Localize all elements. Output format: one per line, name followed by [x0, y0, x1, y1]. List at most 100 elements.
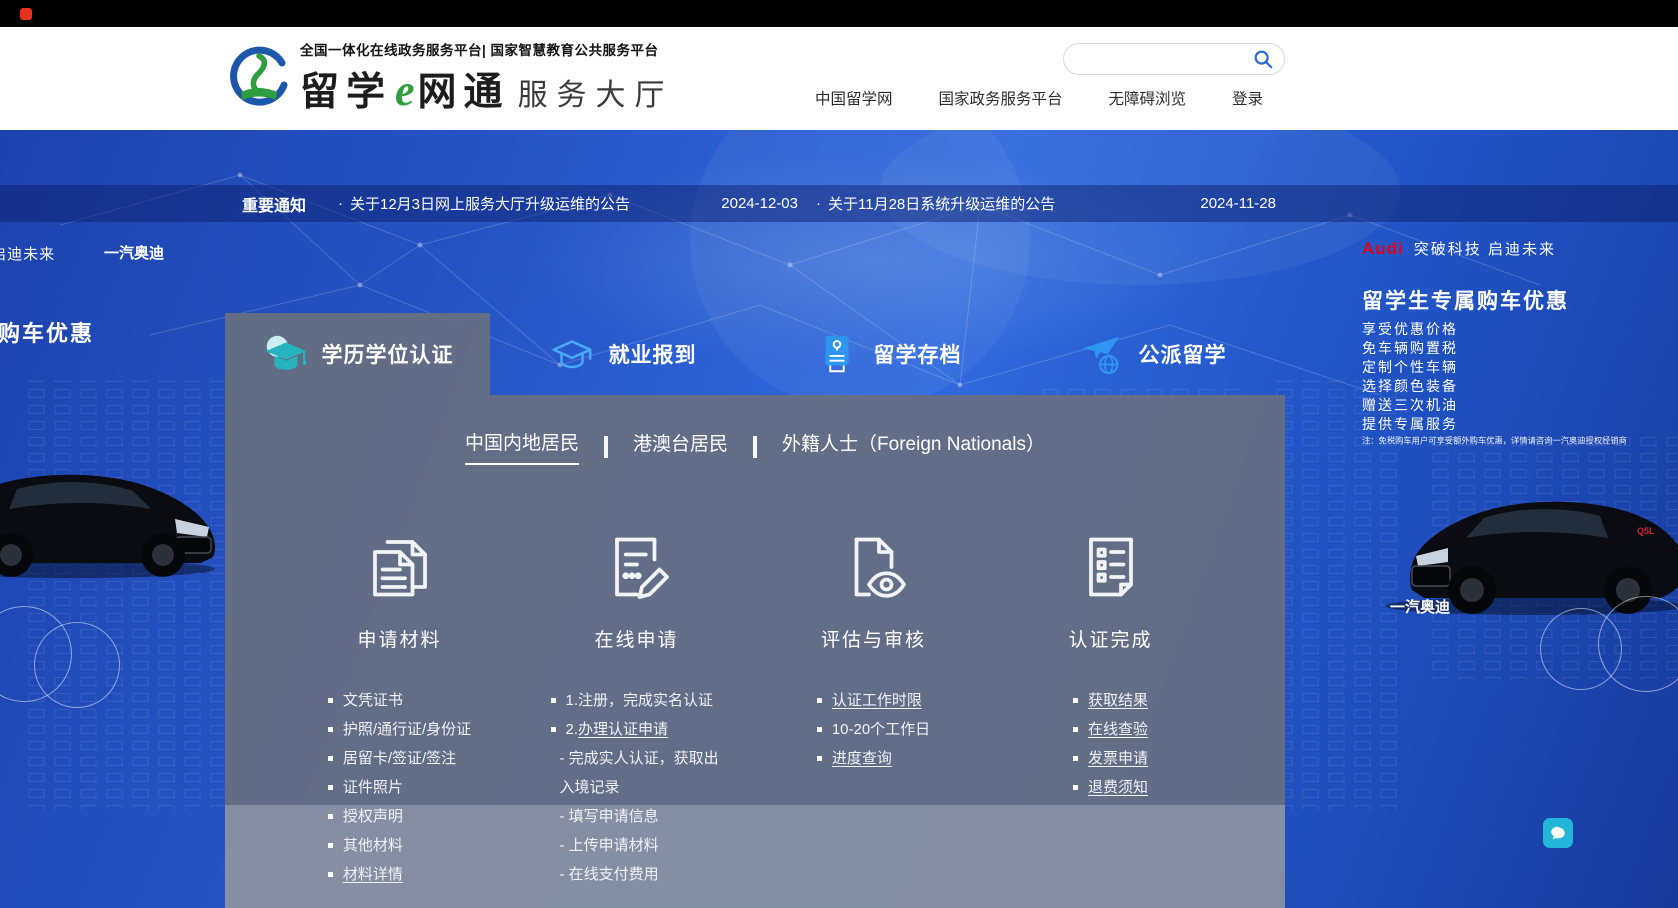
notice-item[interactable]: ·关于11月28日系统升级运维的公告2024-11-28	[816, 193, 1294, 214]
process-item[interactable]: 材料详情	[328, 860, 471, 889]
search-box	[1063, 43, 1285, 75]
process-item: 居留卡/签证/签注	[328, 744, 471, 773]
process-step-title: 申请材料	[357, 625, 441, 652]
car-model-badge: Q5L	[1637, 526, 1655, 536]
process-step-title: 评估与审核	[821, 625, 926, 652]
audi-logo-text: Audi	[1362, 239, 1404, 259]
browser-topbar	[0, 0, 1678, 27]
notice-item[interactable]: ·关于12月3日网上服务大厅升级运维的公告2024-12-03	[338, 193, 816, 214]
resident-subtab[interactable]: 中国内地居民	[465, 428, 579, 465]
process-step-title: 认证完成	[1068, 625, 1152, 652]
process-item: 1.注册，完成实名认证	[551, 686, 723, 715]
service-tab[interactable]: 就业报到	[490, 313, 755, 395]
notice-title: 关于11月28日系统升级运维的公告	[828, 193, 1055, 214]
ad-benefit-item: 定制个性车辆	[1362, 358, 1458, 377]
notice-bar: 重要通知 ·关于12月3日网上服务大厅升级运维的公告2024-12-03·关于1…	[0, 185, 1678, 222]
square-bullet-icon	[817, 698, 822, 703]
notice-date: 2024-12-03	[721, 195, 816, 212]
tab-label: 留学存档	[874, 339, 962, 369]
process-item[interactable]: 认证工作时限	[817, 686, 930, 715]
ad-slogan-row: Audi 突破科技 启迪未来	[1362, 238, 1556, 259]
process-item[interactable]: 在线查验	[1073, 715, 1148, 744]
online-form-icon	[597, 527, 677, 607]
square-bullet-icon	[817, 727, 822, 732]
process-item: 10-20个工作日	[817, 715, 930, 744]
nav-gov-platform-link[interactable]: 国家政务服务平台	[938, 87, 1062, 109]
process-column: 在线申请1.注册，完成实名认证2.办理认证申请- 完成实人认证，获取出入境记录-…	[518, 527, 755, 889]
tab-label: 就业报到	[609, 339, 697, 369]
audi-ad-left[interactable]: 突破科技 启迪未来 一汽奥迪 留学生专属购车优惠	[0, 130, 245, 908]
service-tab[interactable]: 学历学位认证	[225, 313, 490, 395]
process-item: - 完成实人认证，获取出入境记录	[551, 744, 723, 802]
notice-label: 重要通知	[242, 192, 338, 216]
resident-subtab[interactable]: 港澳台居民	[633, 429, 728, 464]
square-bullet-icon	[328, 727, 333, 732]
ad-slogan: 突破科技 启迪未来	[1414, 238, 1556, 259]
square-bullet-icon	[817, 756, 822, 761]
process-item-list: 1.注册，完成实名认证2.办理认证申请- 完成实人认证，获取出入境记录- 填写申…	[551, 686, 723, 889]
audi-ad-right[interactable]: Audi 突破科技 启迪未来 留学生专属购车优惠 享受优惠价格免车辆购置税定制个…	[1300, 130, 1678, 908]
grad-cap-outline-icon	[549, 331, 595, 377]
process-item[interactable]: 获取结果	[1073, 686, 1148, 715]
service-panel: 中国内地居民 港澳台居民 外籍人士（Foreign Nationals） 申请材料文…	[225, 395, 1285, 908]
subtab-separator	[753, 436, 757, 458]
ad-slogan: 突破科技 启迪未来	[0, 243, 55, 264]
nav-login-link[interactable]: 登录	[1232, 87, 1263, 109]
ad-fine-print: 注：免税购车用户可享受额外购车优惠，详情请咨询一汽奥迪授权经销商	[1362, 435, 1627, 447]
process-column: 申请材料文凭证书护照/通行证/身份证居留卡/签证/签注证件照片授权声明其他材料材…	[281, 527, 518, 889]
square-bullet-icon	[551, 698, 556, 703]
process-item: 其他材料	[328, 831, 471, 860]
ad-benefit-item: 免车辆购置税	[1362, 339, 1458, 358]
square-bullet-icon	[1073, 698, 1078, 703]
process-item: 文凭证书	[328, 686, 471, 715]
process-columns: 申请材料文凭证书护照/通行证/身份证居留卡/签证/签注证件照片授权声明其他材料材…	[281, 527, 1229, 889]
search-icon[interactable]	[1252, 48, 1274, 70]
brand-liuxue: 留学	[300, 61, 392, 117]
customer-service-widget[interactable]	[1543, 818, 1573, 848]
sedan-car-image	[0, 433, 245, 583]
grad-cap-filled-icon	[262, 331, 308, 377]
resident-subtab[interactable]: 外籍人士（Foreign Nationals）	[782, 429, 1045, 464]
hero-banner: 重要通知 ·关于12月3日网上服务大厅升级运维的公告2024-12-03·关于1…	[0, 130, 1678, 908]
brand-wangtong: 网通	[418, 61, 510, 117]
ad-headline: 留学生专属购车优惠	[1362, 285, 1569, 315]
tab-label: 学历学位认证	[322, 339, 454, 369]
site-logo[interactable]: 全国一体化在线政务服务平台| 国家智慧教育公共服务平台 留学 e 网通 服务大厅	[228, 39, 674, 117]
process-item: - 上传申请材料	[551, 831, 723, 860]
page: 全国一体化在线政务服务平台| 国家智慧教育公共服务平台 留学 e 网通 服务大厅…	[0, 0, 1678, 908]
archive-icon	[814, 331, 860, 377]
decor-circle	[1540, 608, 1622, 690]
decor-circle	[34, 622, 120, 708]
recording-indicator-icon	[20, 8, 32, 20]
process-item[interactable]: 发票申请	[1073, 744, 1148, 773]
process-item: - 填写申请信息	[551, 802, 723, 831]
ad-brand: 一汽奥迪	[1390, 596, 1450, 617]
documents-icon	[360, 527, 440, 607]
process-step-title: 在线申请	[594, 625, 678, 652]
ad-benefit-item: 享受优惠价格	[1362, 320, 1458, 339]
brand-title: 留学 e 网通 服务大厅	[300, 61, 674, 117]
brand-suffix: 服务大厅	[518, 70, 674, 114]
process-item[interactable]: 2.办理认证申请	[551, 715, 723, 744]
site-header: 全国一体化在线政务服务平台| 国家智慧教育公共服务平台 留学 e 网通 服务大厅…	[0, 27, 1678, 130]
ad-benefit-item: 赠送三次机油	[1362, 396, 1458, 415]
search-input[interactable]	[1078, 50, 1252, 68]
nav-china-scholar-link[interactable]: 中国留学网	[815, 87, 893, 109]
nav-accessibility-link[interactable]: 无障碍浏览	[1108, 87, 1186, 109]
process-item-list: 认证工作时限10-20个工作日进度查询	[817, 686, 930, 773]
service-tab[interactable]: 公派留学	[1020, 313, 1285, 395]
square-bullet-icon	[328, 698, 333, 703]
header-nav: 中国留学网 国家政务服务平台 无障碍浏览 登录	[815, 87, 1263, 109]
process-item[interactable]: 退费须知	[1073, 773, 1148, 802]
brand-e: e	[395, 65, 415, 116]
ad-benefit-item: 选择颜色装备	[1362, 377, 1458, 396]
ad-benefit-list: 享受优惠价格免车辆购置税定制个性车辆选择颜色装备赠送三次机油提供专属服务	[1362, 320, 1458, 434]
square-bullet-icon	[328, 872, 333, 877]
process-column: 评估与审核认证工作时限10-20个工作日进度查询	[755, 527, 992, 889]
plane-globe-icon	[1079, 331, 1125, 377]
service-tab[interactable]: 留学存档	[755, 313, 1020, 395]
ad-headline: 留学生专属购车优惠	[0, 316, 94, 348]
square-bullet-icon	[328, 843, 333, 848]
service-tabs: 学历学位认证 就业报到 留学存档 公派留学	[225, 313, 1285, 395]
process-item[interactable]: 进度查询	[817, 744, 930, 773]
